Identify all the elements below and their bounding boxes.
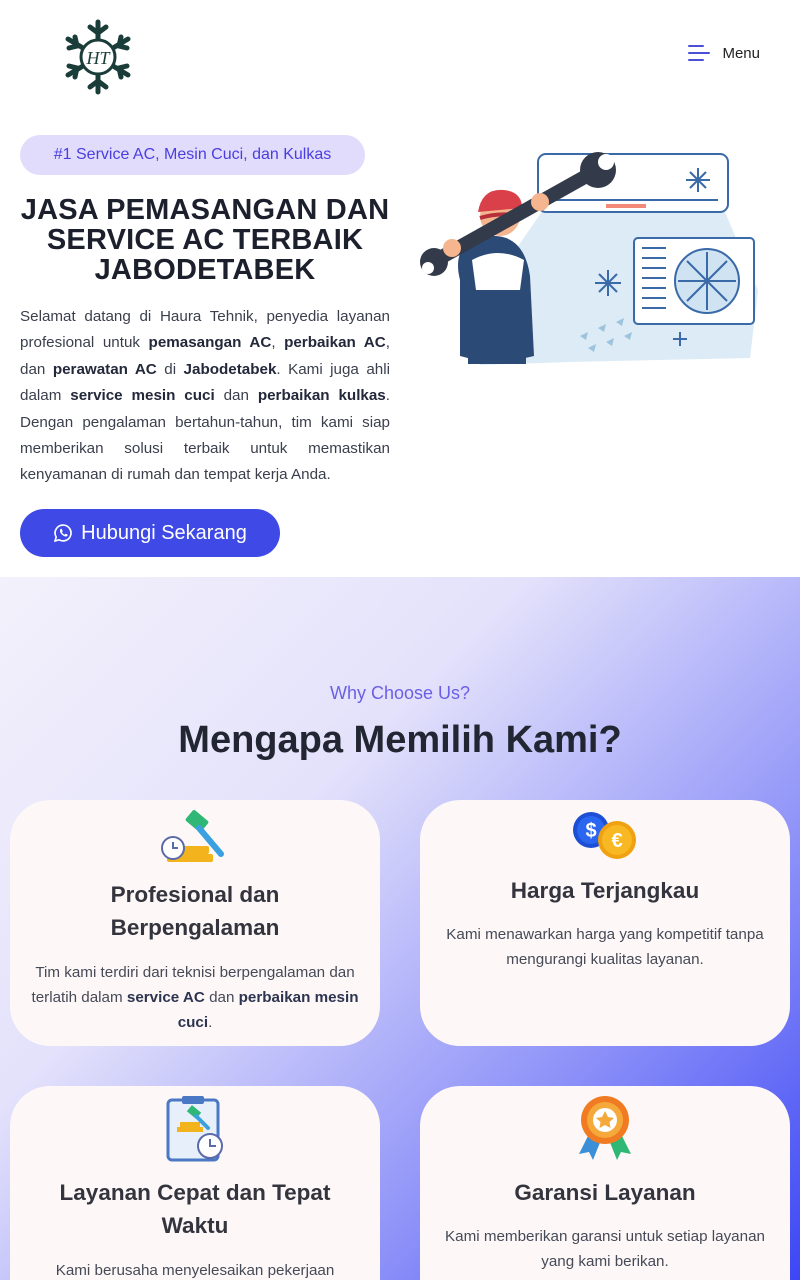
snowflake-logo-icon[interactable]: HT — [60, 18, 136, 96]
card-text: Kami menawarkan harga yang kompetitif ta… — [446, 926, 764, 968]
clipboard-clock-icon — [166, 1096, 223, 1162]
svg-text:$: $ — [585, 820, 596, 842]
section-title: Mengapa Memilih Kami? — [178, 719, 622, 761]
svg-text:HT: HT — [85, 48, 111, 68]
card-title: Layanan Cepat dan Tepat Waktu — [59, 1180, 331, 1238]
hero-badge: #1 Service AC, Mesin Cuci, dan Kulkas — [20, 135, 365, 175]
feature-card-fast-service: Layanan Cepat dan Tepat Waktu Kami berus… — [10, 1086, 380, 1280]
card-title: Profesional dan Berpengalaman — [110, 882, 280, 940]
hero-title: JASA PEMASANGAN DAN SERVICE AC TERBAIK J… — [20, 194, 390, 286]
card-title: Garansi Layanan — [514, 1180, 696, 1205]
site-header: HT Menu — [0, 0, 800, 115]
hamburger-icon — [688, 44, 712, 62]
feature-card-professional: Profesional dan Berpengalaman Tim kami t… — [10, 800, 380, 1046]
currency-coins-icon: $ € — [573, 812, 636, 859]
whatsapp-icon — [54, 524, 72, 543]
section-kicker: Why Choose Us? — [329, 683, 471, 703]
card-title: Harga Terjangkau — [510, 878, 700, 903]
card-text: Kami berusaha menyelesaikan pekerjaan — [55, 1262, 335, 1279]
why-choose-us-section: Why Choose Us? Mengapa Memilih Kami? Pro… — [0, 577, 800, 1280]
gavel-clock-icon — [161, 810, 224, 862]
svg-text:€: € — [611, 830, 622, 852]
technician-illustration — [420, 152, 758, 365]
card-text: Kami memberikan garansi untuk setiap lay… — [445, 1228, 765, 1270]
menu-label: Menu — [722, 44, 760, 62]
feature-card-price: $ € Harga Terjangkau Kami menawarkan har… — [420, 800, 790, 1046]
contact-now-button[interactable]: Hubungi Sekarang — [20, 509, 280, 557]
card-text: Tim kami terdiri dari teknisi berpengala… — [31, 964, 359, 1031]
hero-description: Selamat datang di Haura Tehnik, penyedia… — [20, 308, 390, 484]
award-medal-icon — [579, 1096, 631, 1160]
menu-button[interactable]: Menu — [688, 44, 760, 62]
contact-now-label: Hubungi Sekarang — [81, 521, 247, 544]
feature-card-warranty: Garansi Layanan Kami memberikan garansi … — [420, 1086, 790, 1280]
